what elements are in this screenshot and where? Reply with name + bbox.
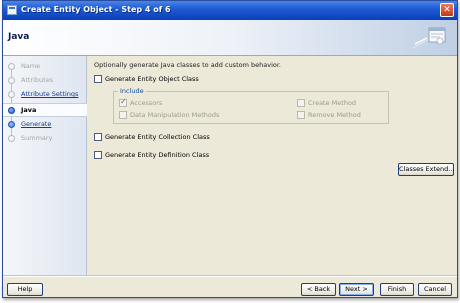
java-options-panel: Optionally generate Java classes to add … — [88, 56, 457, 275]
step-java[interactable]: Java — [3, 103, 87, 117]
step-label: Generate — [21, 120, 52, 128]
help-button[interactable]: Help — [7, 283, 43, 296]
step-indicator-icon — [8, 121, 15, 128]
step-indicator-icon — [8, 77, 15, 84]
finish-button[interactable]: Finish — [380, 283, 414, 296]
wizard-dialog: Create Entity Object - Step 4 of 6 ✕ Jav… — [2, 0, 458, 298]
remove-method-label: Remove Method — [308, 111, 361, 119]
data-manipulation-methods-checkbox[interactable] — [119, 111, 127, 119]
footer-divider-highlight — [3, 276, 457, 277]
step-generate[interactable]: Generate — [3, 119, 87, 131]
step-indicator-icon — [8, 135, 15, 142]
next-button[interactable]: Next > — [339, 283, 374, 296]
generate-entity-object-class-checkbox[interactable] — [94, 75, 102, 83]
accessors-checkbox[interactable] — [119, 97, 127, 107]
wizard-step-navigator: Name Attributes Attribute Settings Java … — [3, 56, 87, 275]
back-button[interactable]: < Back — [301, 283, 336, 296]
step-label: Name — [21, 62, 41, 70]
classes-extend-button[interactable]: Classes Extend... — [398, 163, 455, 176]
step-label: Summary — [21, 134, 53, 142]
include-group: Include Accessors Data Manipulation Meth… — [113, 87, 389, 124]
generate-entity-definition-class-label[interactable]: Generate Entity Definition Class — [105, 151, 209, 159]
window-title: Create Entity Object - Step 4 of 6 — [21, 5, 171, 14]
step-label: Java — [21, 106, 37, 114]
title-bar[interactable]: Create Entity Object - Step 4 of 6 ✕ — [3, 1, 457, 20]
include-group-legend: Include — [118, 87, 146, 95]
step-indicator-icon — [8, 63, 15, 70]
description-text: Optionally generate Java classes to add … — [94, 61, 281, 69]
generate-entity-definition-class-checkbox[interactable] — [94, 151, 102, 159]
generate-entity-collection-class-label[interactable]: Generate Entity Collection Class — [105, 133, 210, 141]
remove-method-checkbox[interactable] — [297, 111, 305, 119]
step-indicator-icon — [8, 91, 15, 98]
step-label: Attributes — [21, 76, 54, 84]
wizard-banner-icon — [413, 27, 446, 49]
step-name[interactable]: Name — [3, 61, 87, 73]
accessors-label: Accessors — [130, 99, 163, 107]
step-attribute-settings[interactable]: Attribute Settings — [3, 89, 87, 101]
close-button[interactable]: ✕ — [440, 3, 454, 17]
current-step-icon — [8, 107, 15, 114]
step-summary[interactable]: Summary — [3, 133, 87, 145]
generate-entity-object-class-label[interactable]: Generate Entity Object Class — [105, 75, 199, 83]
page-title: Java — [8, 32, 30, 42]
create-method-checkbox[interactable] — [297, 99, 305, 107]
step-label: Attribute Settings — [21, 90, 79, 98]
create-method-label: Create Method — [308, 99, 357, 107]
page-header: Java — [3, 20, 457, 56]
cancel-button[interactable]: Cancel — [418, 283, 452, 296]
step-attributes[interactable]: Attributes — [3, 75, 87, 87]
generate-entity-collection-class-checkbox[interactable] — [94, 133, 102, 141]
app-icon — [7, 5, 17, 15]
data-manipulation-methods-label: Data Manipulation Methods — [130, 111, 220, 119]
